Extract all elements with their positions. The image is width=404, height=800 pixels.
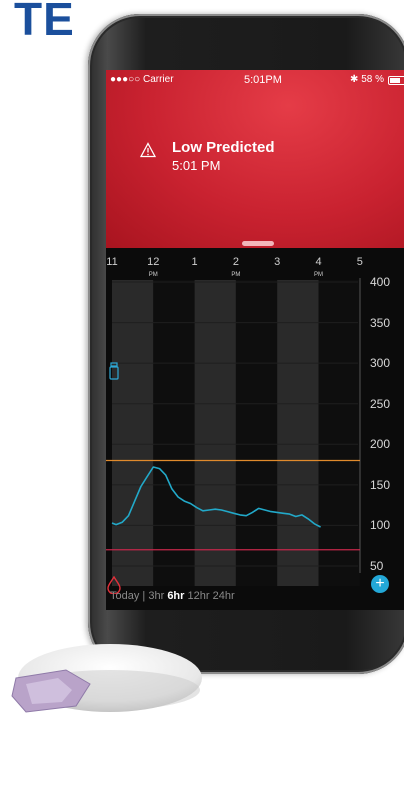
hour-band: [112, 280, 154, 586]
app-screen: ●●●○○ Carrier 5:01PM ✱ 58 % Low Predicte…: [106, 70, 404, 610]
y-tick-label: 100: [370, 518, 391, 533]
clock: 5:01PM: [244, 74, 282, 86]
hour-band: [235, 280, 278, 586]
drag-handle[interactable]: [242, 241, 274, 246]
hour-label: 1: [191, 256, 198, 268]
pm-label: PM: [231, 272, 241, 278]
y-tick-label: 350: [370, 315, 391, 330]
warning-triangle-icon: [140, 142, 156, 158]
hour-band: [194, 280, 236, 586]
hour-band: [318, 280, 360, 586]
hour-label: 3: [274, 256, 281, 268]
pm-label: PM: [148, 272, 158, 278]
range-24hr[interactable]: 24hr: [213, 590, 235, 602]
range-12hr[interactable]: 12hr: [188, 590, 210, 602]
y-tick-label: 400: [370, 275, 391, 289]
cgm-sensor-image: [11, 644, 202, 713]
hour-label: 4: [315, 256, 322, 268]
pm-label: PM: [314, 272, 323, 278]
range-3hr[interactable]: 3hr: [148, 590, 164, 602]
hour-label: 11: [106, 256, 118, 268]
y-tick-label: 250: [370, 396, 391, 411]
y-tick-label: 200: [370, 437, 391, 452]
hour-label: 12: [147, 256, 160, 268]
carrier-label: ●●●○○ Carrier: [110, 74, 174, 85]
insulin-vial-icon: [109, 362, 119, 380]
alert-title: Low Predicted: [172, 139, 275, 156]
battery-icon: [388, 76, 404, 85]
glucose-chart-svg: [106, 278, 361, 586]
range-6hr[interactable]: 6hr: [167, 590, 184, 602]
hour-band: [277, 280, 319, 586]
y-tick-label: 50: [370, 559, 384, 573]
alert-time: 5:01 PM: [172, 158, 221, 173]
brand-logo: TE: [14, 0, 75, 45]
alert-banner[interactable]: ●●●○○ Carrier 5:01PM ✱ 58 % Low Predicte…: [106, 70, 404, 248]
plus-icon: +: [375, 575, 385, 592]
range-selector: Today | 3hr 6hr 12hr 24hr: [110, 590, 235, 602]
add-button[interactable]: +: [371, 575, 389, 593]
glucose-chart: 11 12 PM 1 2 PM 3 4 PM 5 400 350 300 250 200 150 100 50 …: [106, 248, 404, 610]
y-tick-label: 150: [370, 477, 391, 492]
hour-label: 2: [232, 256, 239, 268]
range-today[interactable]: Today: [110, 590, 139, 602]
status-bar: ●●●○○ Carrier 5:01PM ✱ 58 %: [106, 72, 404, 88]
hour-band: [153, 280, 195, 586]
hour-label: 5: [356, 256, 363, 268]
battery-percent: 58 %: [361, 74, 384, 85]
y-tick-label: 300: [370, 356, 391, 371]
bluetooth-icon: ✱: [350, 74, 359, 85]
